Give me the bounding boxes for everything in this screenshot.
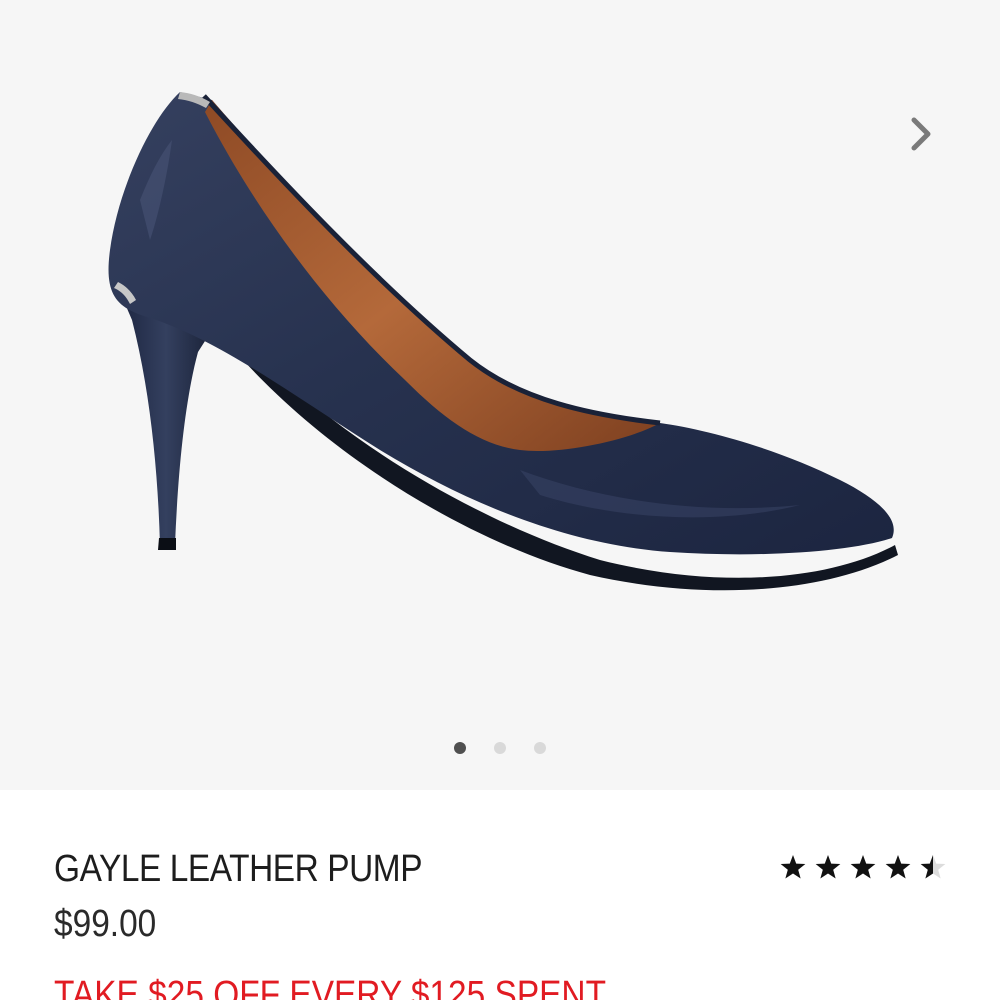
star-icon xyxy=(885,855,911,879)
promo-link[interactable]: TAKE $25 OFF EVERY $125 SPENT xyxy=(54,974,606,1000)
half-star-icon xyxy=(920,855,946,879)
carousel-dots xyxy=(0,736,1000,760)
star-rating[interactable] xyxy=(778,850,948,886)
product-image-gallery[interactable] xyxy=(0,0,1000,790)
product-image xyxy=(108,92,898,591)
carousel-dot[interactable] xyxy=(494,742,506,754)
product-info: GAYLE LEATHER PUMP $99.00 TAKE $25 OFF E… xyxy=(0,790,1000,1000)
product-page: GAYLE LEATHER PUMP $99.00 TAKE $25 OFF E… xyxy=(0,0,1000,1000)
star-icon xyxy=(815,855,841,879)
carousel-dot[interactable] xyxy=(454,742,466,754)
carousel-dot[interactable] xyxy=(534,742,546,754)
star-icon xyxy=(780,855,806,879)
product-price: $99.00 xyxy=(54,903,157,945)
product-title: GAYLE LEATHER PUMP xyxy=(54,848,423,890)
star-icon xyxy=(850,855,876,879)
chevron-right-icon[interactable] xyxy=(892,104,952,164)
